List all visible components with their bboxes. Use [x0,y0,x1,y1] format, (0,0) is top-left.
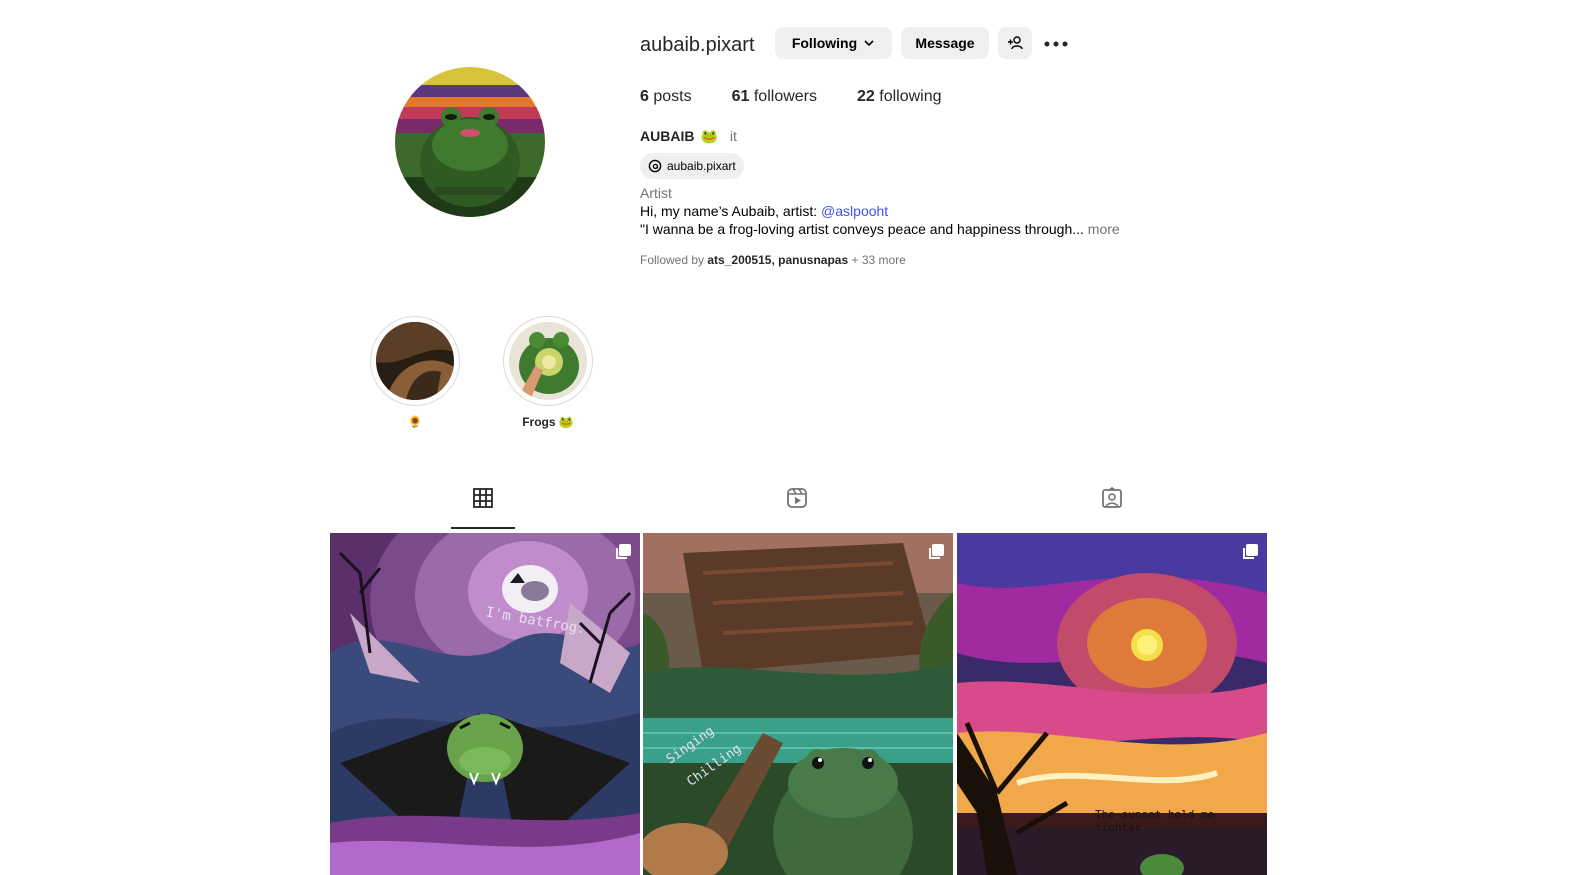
suggested-users-button[interactable] [998,27,1032,59]
post-tile[interactable]: Singing Chilling [643,533,953,875]
highlight-frogs[interactable]: Frogs 🐸 [502,316,594,430]
threads-icon [648,159,662,173]
post-tile[interactable]: I'm batfrog. [330,533,640,875]
chevron-down-icon [864,40,874,47]
highlight-label: 🌻 [407,415,423,429]
add-person-icon [1008,36,1023,50]
threads-link[interactable]: aubaib.pixart [640,153,744,179]
following-link[interactable]: 22 following [857,86,942,108]
reels-icon [787,488,807,508]
profile-category: Artist [640,185,672,201]
ellipsis-icon [1044,41,1068,47]
following-button-label: Following [791,35,858,51]
bio-line-2: "I wanna be a frog-loving artist conveys… [640,221,1120,237]
pronouns: it [729,128,737,144]
highlight-ring [370,316,460,406]
posts-count: 6 posts [640,88,692,105]
grid-icon [473,488,493,508]
highlight-ring [503,316,593,406]
tagged-icon [1102,487,1122,508]
bio-line-1: Hi, my name’s Aubaib, artist: @aslpooht [640,203,889,219]
bio-more-link[interactable]: more [1084,221,1120,237]
followers-link[interactable]: 61 followers [732,86,817,108]
threads-handle: aubaib.pixart [667,159,736,173]
more-options-button[interactable] [1042,30,1070,58]
tab-posts[interactable] [451,487,515,529]
post-caption: The sunset held me tighter. [1095,808,1215,834]
followed-by[interactable]: Followed by ats_200515, panusnapas + 33 … [640,252,906,268]
multiple-photos-icon [929,544,944,559]
message-button[interactable]: Message [901,27,989,59]
post-tile[interactable]: The sunset held me tighter. [957,533,1267,875]
display-name: AUBAIB 🐸 it [640,128,737,144]
profile-username: aubaib.pixart [640,34,755,56]
highlight-sunflower[interactable]: 🌻 [369,316,461,430]
profile-avatar[interactable] [395,67,545,217]
highlight-label: Frogs 🐸 [522,415,574,429]
post-image [330,533,640,875]
post-image [643,533,953,875]
mention-link[interactable]: @aslpooht [821,203,888,219]
frog-emoji: 🐸 [700,128,718,144]
highlight-cover [509,322,587,400]
tab-reels[interactable] [765,487,829,529]
multiple-photos-icon [1243,544,1258,559]
multiple-photos-icon [616,544,631,559]
following-button[interactable]: Following [775,27,892,59]
highlight-cover [376,322,454,400]
profile-stats: 6 posts 61 followers 22 following [640,86,942,108]
tab-tagged[interactable] [1080,487,1144,529]
